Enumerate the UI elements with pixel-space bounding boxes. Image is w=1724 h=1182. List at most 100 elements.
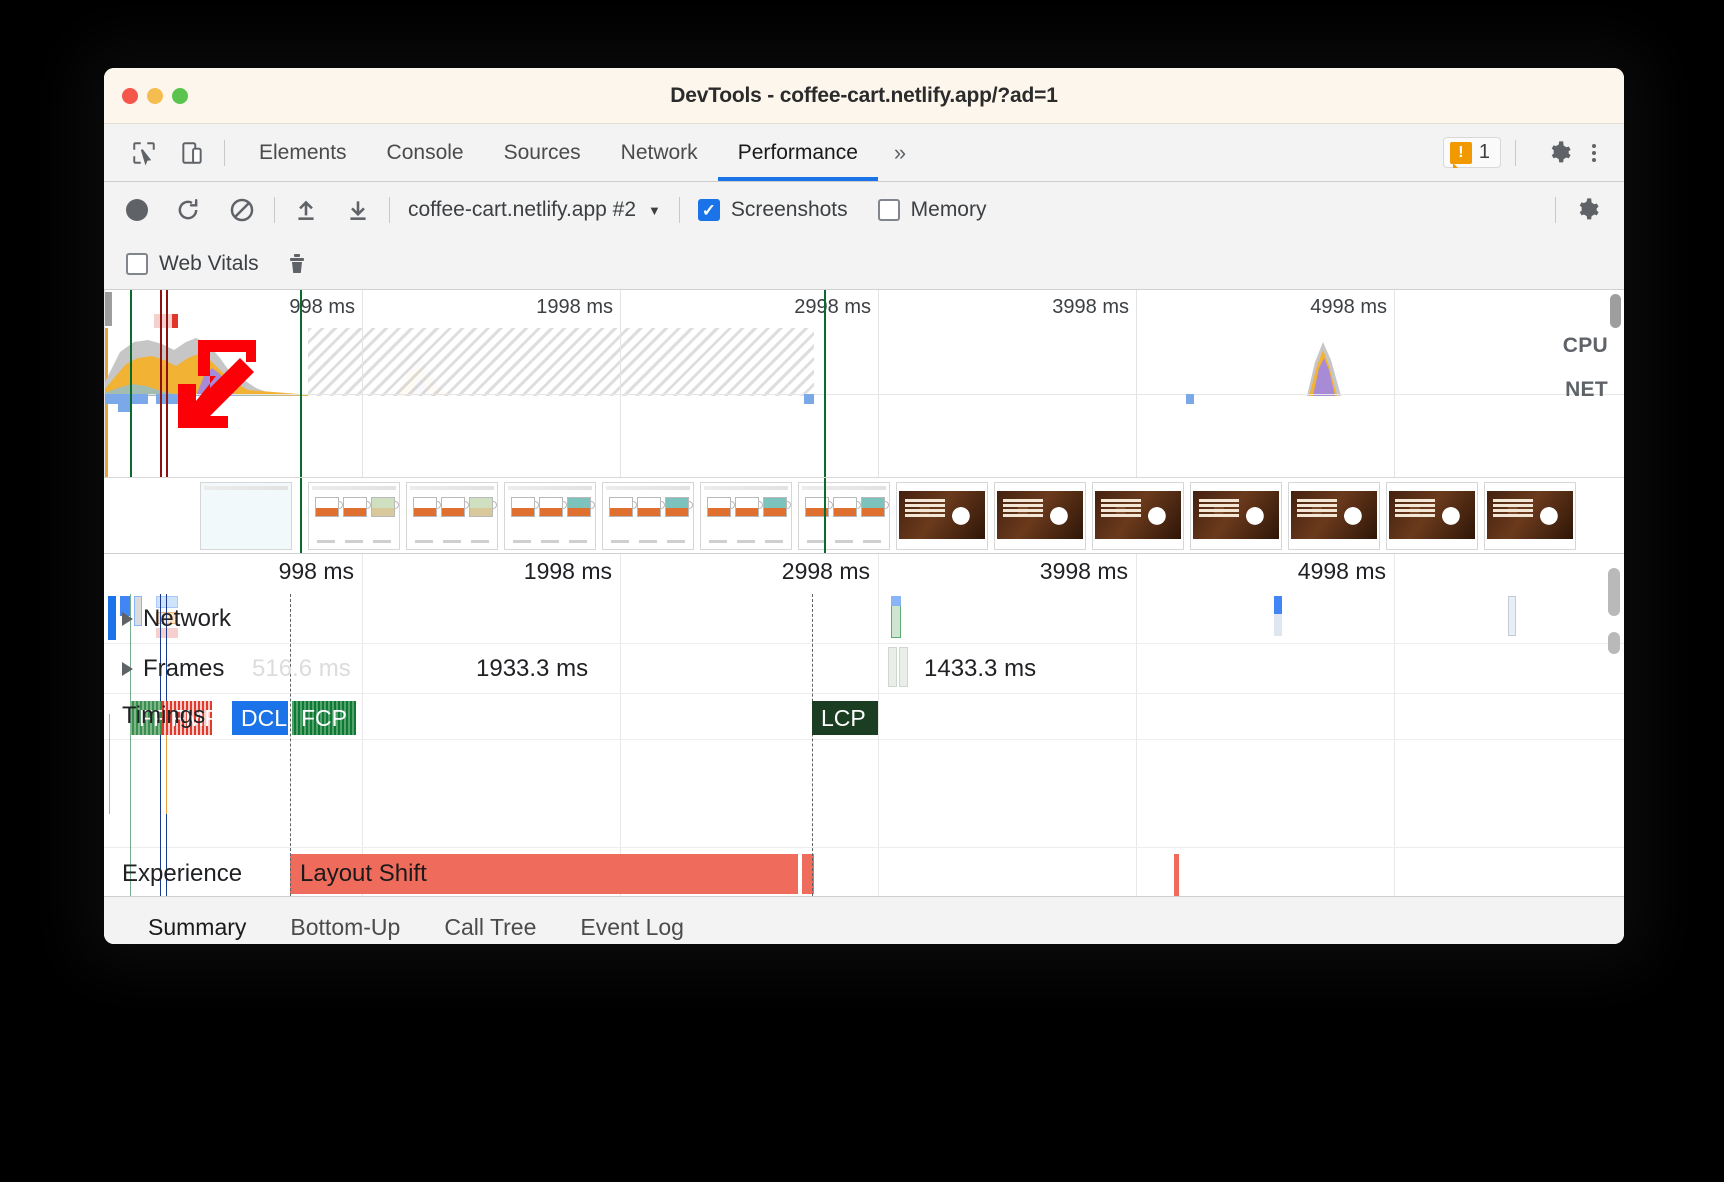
- tab-summary[interactable]: Summary: [126, 897, 268, 944]
- filmstrip-frame[interactable]: [308, 482, 400, 550]
- more-tabs-icon[interactable]: »: [878, 140, 920, 166]
- network-request[interactable]: [1274, 614, 1282, 636]
- toolbar-divider: [389, 197, 390, 223]
- ad-banner-text: [1493, 499, 1533, 519]
- tab-event-log[interactable]: Event Log: [558, 897, 706, 944]
- frame[interactable]: [899, 647, 908, 687]
- ad-banner-text: [1199, 499, 1239, 519]
- tab-label: Call Tree: [444, 913, 537, 940]
- details-tabbar: Summary Bottom-Up Call Tree Event Log: [104, 896, 1624, 944]
- timing-badge-lcp[interactable]: LCP: [812, 701, 878, 735]
- filmstrip-frame[interactable]: [602, 482, 694, 550]
- filmstrip-frame[interactable]: [798, 482, 890, 550]
- net-request-bar: [804, 394, 814, 404]
- filmstrip-frame[interactable]: [406, 482, 498, 550]
- toolbar-divider: [678, 197, 680, 223]
- filmstrip-frame[interactable]: [1092, 482, 1184, 550]
- tab-call-tree[interactable]: Call Tree: [422, 897, 558, 944]
- devtools-tabbar: Elements Console Sources Network Perform…: [104, 124, 1624, 182]
- flame-marker-dcl: [160, 594, 161, 896]
- toolbar-divider: [1555, 197, 1556, 223]
- overview-tick: 1998 ms: [536, 290, 621, 477]
- tab-console[interactable]: Console: [367, 124, 484, 181]
- load-profile-up-arrow-icon[interactable]: [293, 196, 319, 224]
- track-frames-header[interactable]: Frames: [104, 655, 224, 683]
- flame-marker-fp: [130, 594, 131, 896]
- overview-tick-label: 3998 ms: [1052, 296, 1129, 318]
- filmstrip[interactable]: [104, 478, 1624, 554]
- web-vitals-checkbox[interactable]: Web Vitals: [126, 252, 259, 276]
- track-network-header[interactable]: Network: [104, 605, 231, 633]
- inspect-cursor-icon[interactable]: [126, 136, 162, 170]
- network-request[interactable]: [1274, 596, 1282, 614]
- filmstrip-frame[interactable]: [1386, 482, 1478, 550]
- warning-count: 1: [1478, 141, 1490, 163]
- device-toolbar-icon[interactable]: [174, 136, 210, 170]
- net-request-bar: [104, 394, 148, 404]
- flame-chart[interactable]: 998 ms 1998 ms 2998 ms 3998 ms 4998 ms N…: [104, 554, 1624, 896]
- trash-can-icon[interactable]: [285, 251, 309, 277]
- timing-badge-fcp[interactable]: FCP: [292, 701, 356, 735]
- track-frames-label: Frames: [143, 654, 225, 682]
- track-experience-header[interactable]: Experience: [104, 860, 242, 888]
- flame-scrollbar-thumb-secondary[interactable]: [1608, 632, 1620, 654]
- filmstrip-frame[interactable]: [700, 482, 792, 550]
- overview-timeline[interactable]: 998 ms 1998 ms 2998 ms 3998 ms 4998 ms C…: [104, 290, 1624, 478]
- layout-shift-event[interactable]: [1174, 854, 1179, 896]
- track-timings[interactable]: FP FMP DCL FCP LCP Timings: [104, 694, 1624, 740]
- save-profile-down-arrow-icon[interactable]: [345, 196, 371, 224]
- issues-warning-badge[interactable]: ! 1: [1442, 137, 1501, 168]
- overview-scrollbar-thumb[interactable]: [1610, 294, 1621, 328]
- kebab-menu-icon[interactable]: [1578, 143, 1610, 162]
- capture-settings-gear-icon[interactable]: [1574, 196, 1624, 224]
- flame-ruler: [104, 554, 1624, 594]
- overview-selection-left-handle[interactable]: [300, 290, 302, 477]
- reload-record-icon[interactable]: [174, 196, 202, 224]
- layout-shift-label: Layout Shift: [300, 860, 427, 887]
- ad-banner-text: [905, 499, 945, 519]
- filmstrip-frame[interactable]: [896, 482, 988, 550]
- overview-tick: 2998 ms: [794, 290, 879, 477]
- overview-selection-right-handle[interactable]: [824, 290, 826, 477]
- chevron-right-icon[interactable]: [122, 611, 133, 626]
- clear-prohibited-icon[interactable]: [228, 196, 256, 224]
- tab-elements[interactable]: Elements: [239, 124, 367, 181]
- profile-selector[interactable]: coffee-cart.netlify.app #2 ▼: [408, 198, 661, 222]
- track-experience[interactable]: Experience Layout Shift: [104, 848, 1624, 896]
- screenshots-checkbox[interactable]: Screenshots: [697, 198, 848, 222]
- filmstrip-frame[interactable]: [994, 482, 1086, 550]
- tab-sources[interactable]: Sources: [484, 124, 601, 181]
- ad-banner-text: [1297, 499, 1337, 519]
- network-request[interactable]: [1508, 596, 1516, 636]
- track-network[interactable]: Network: [104, 594, 1624, 644]
- network-request[interactable]: [891, 596, 901, 606]
- flame-selection-left: [290, 594, 291, 896]
- screenshot-root: DevTools - coffee-cart.netlify.app/?ad=1…: [0, 0, 1724, 1182]
- filmstrip-frame[interactable]: [1288, 482, 1380, 550]
- filmstrip-frame[interactable]: [1190, 482, 1282, 550]
- filmstrip-frame[interactable]: [1484, 482, 1576, 550]
- frame[interactable]: [888, 647, 897, 687]
- flame-scrollbar-thumb[interactable]: [1608, 568, 1620, 616]
- tab-label: Summary: [148, 913, 247, 940]
- filmstrip-frame[interactable]: [200, 482, 292, 550]
- net-request-bar: [1186, 394, 1194, 404]
- filmstrip-frame[interactable]: [504, 482, 596, 550]
- track-frames[interactable]: 516.6 ms Frames 1933.3 ms 1433.3 ms: [104, 644, 1624, 694]
- tab-network[interactable]: Network: [601, 124, 718, 181]
- gear-icon[interactable]: [1542, 136, 1578, 170]
- tab-label: Elements: [259, 140, 347, 164]
- tab-performance[interactable]: Performance: [717, 124, 879, 181]
- overview-red-marker: [172, 314, 178, 328]
- tab-bottom-up[interactable]: Bottom-Up: [268, 897, 422, 944]
- frame-duration-hidden: 516.6 ms: [252, 655, 351, 682]
- record-circle-icon[interactable]: [126, 199, 148, 221]
- timing-badge-dcl[interactable]: DCL: [232, 701, 288, 735]
- track-experience-label: Experience: [122, 860, 243, 887]
- overview-tick: 3998 ms: [1052, 290, 1137, 477]
- memory-checkbox[interactable]: Memory: [877, 198, 986, 222]
- overview-cpu-net-divider: [104, 394, 1624, 395]
- chevron-right-icon[interactable]: [122, 661, 133, 676]
- filmstrip-marker: [824, 478, 826, 553]
- track-timings-header[interactable]: Timings: [104, 702, 205, 730]
